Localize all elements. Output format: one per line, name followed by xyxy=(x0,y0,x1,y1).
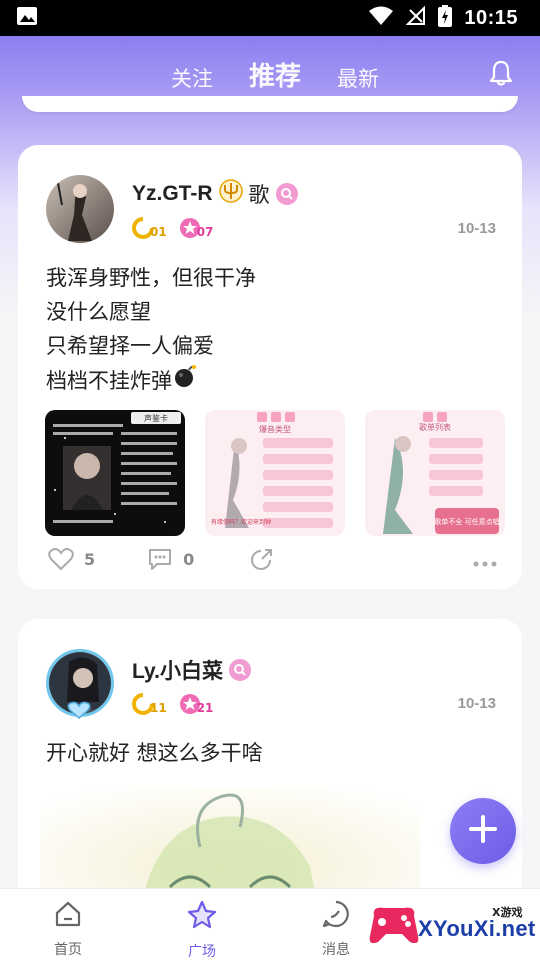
post-date: 10-13 xyxy=(457,695,496,712)
post-image[interactable]: 爆音类型 有缘你吗？欢迎来到钟 xyxy=(205,410,345,536)
wealth-level-badge: 01 xyxy=(132,217,167,239)
level-badges: 01 07 xyxy=(132,217,213,239)
user-name[interactable]: Ly.小白菜 xyxy=(132,655,252,685)
svg-text:歌单列表: 歌单列表 xyxy=(419,422,451,432)
like-button[interactable]: 5 xyxy=(48,547,95,571)
status-time: 10:15 xyxy=(464,6,518,29)
nav-home[interactable]: 首页 xyxy=(28,899,108,959)
status-bar: 10:15 xyxy=(0,0,540,36)
home-icon xyxy=(53,899,83,933)
user-name[interactable]: Yz.GT-R 歌 xyxy=(132,179,298,209)
svg-text:歌单不全 可任意点唱: 歌单不全 可任意点唱 xyxy=(434,517,499,526)
svg-text:声鉴卡: 声鉴卡 xyxy=(144,413,168,423)
post-content: 开心就好 想这么多干啥 xyxy=(46,741,263,765)
post-card[interactable]: Yz.GT-R 歌 01 07 10-13 我浑身野性，但很干净 没什么愿望 只… xyxy=(18,145,522,589)
more-options-icon[interactable] xyxy=(472,553,498,572)
tab-latest[interactable]: 最新 xyxy=(337,63,379,93)
svg-text:爆音类型: 爆音类型 xyxy=(259,424,291,434)
post-image[interactable]: 声鉴卡 xyxy=(45,410,185,536)
site-watermark: X游戏 XYouXi.net xyxy=(368,896,536,954)
verified-icon xyxy=(229,659,252,681)
plus-icon xyxy=(468,814,498,848)
battery-charging-icon xyxy=(438,4,453,32)
message-icon xyxy=(321,899,351,933)
level-badges: 11 21 xyxy=(132,693,213,715)
star-icon xyxy=(186,899,218,935)
wealth-level-badge: 11 xyxy=(132,693,167,715)
charm-level-badge: 07 xyxy=(179,217,213,239)
tab-following[interactable]: 关注 xyxy=(171,63,213,93)
create-post-button[interactable] xyxy=(450,798,516,864)
post-card[interactable]: Ly.小白菜 11 21 10-13 开心就好 想这么多干啥 xyxy=(18,619,522,919)
share-icon[interactable] xyxy=(250,547,274,571)
comment-button[interactable]: 0 xyxy=(147,547,194,571)
post-actions: 5 0 xyxy=(48,545,498,573)
heart-frame-icon xyxy=(66,701,92,723)
post-content: 我浑身野性，但很干净 没什么愿望 只希望择一人偏爱 档档不挂炸弹 xyxy=(46,261,256,399)
gallery-icon xyxy=(16,6,38,31)
avatar[interactable] xyxy=(46,175,114,243)
post-images: 声鉴卡 爆音类型 有缘你吗？欢迎来到钟 歌单列表 歌单不全 可任意点唱 xyxy=(45,410,505,536)
feed-tabs: 关注 推荐 最新 xyxy=(171,56,379,93)
post-date: 10-13 xyxy=(457,220,496,237)
no-signal-icon xyxy=(405,5,426,31)
bomb-icon xyxy=(172,363,198,399)
gamepad-logo-icon xyxy=(368,902,420,952)
svg-text:有缘你吗？欢迎来到钟: 有缘你吗？欢迎来到钟 xyxy=(211,518,271,526)
nav-messages[interactable]: 消息 xyxy=(296,899,376,959)
wifi-icon xyxy=(368,6,394,31)
verified-icon xyxy=(275,183,298,205)
post-image[interactable]: 歌单列表 歌单不全 可任意点唱 xyxy=(365,410,505,536)
bell-icon[interactable] xyxy=(486,58,516,88)
trident-icon xyxy=(218,179,243,209)
search-bar-edge[interactable] xyxy=(22,96,518,112)
charm-level-badge: 21 xyxy=(179,693,213,715)
nav-square[interactable]: 广场 xyxy=(162,899,242,960)
tab-recommended[interactable]: 推荐 xyxy=(249,56,301,93)
